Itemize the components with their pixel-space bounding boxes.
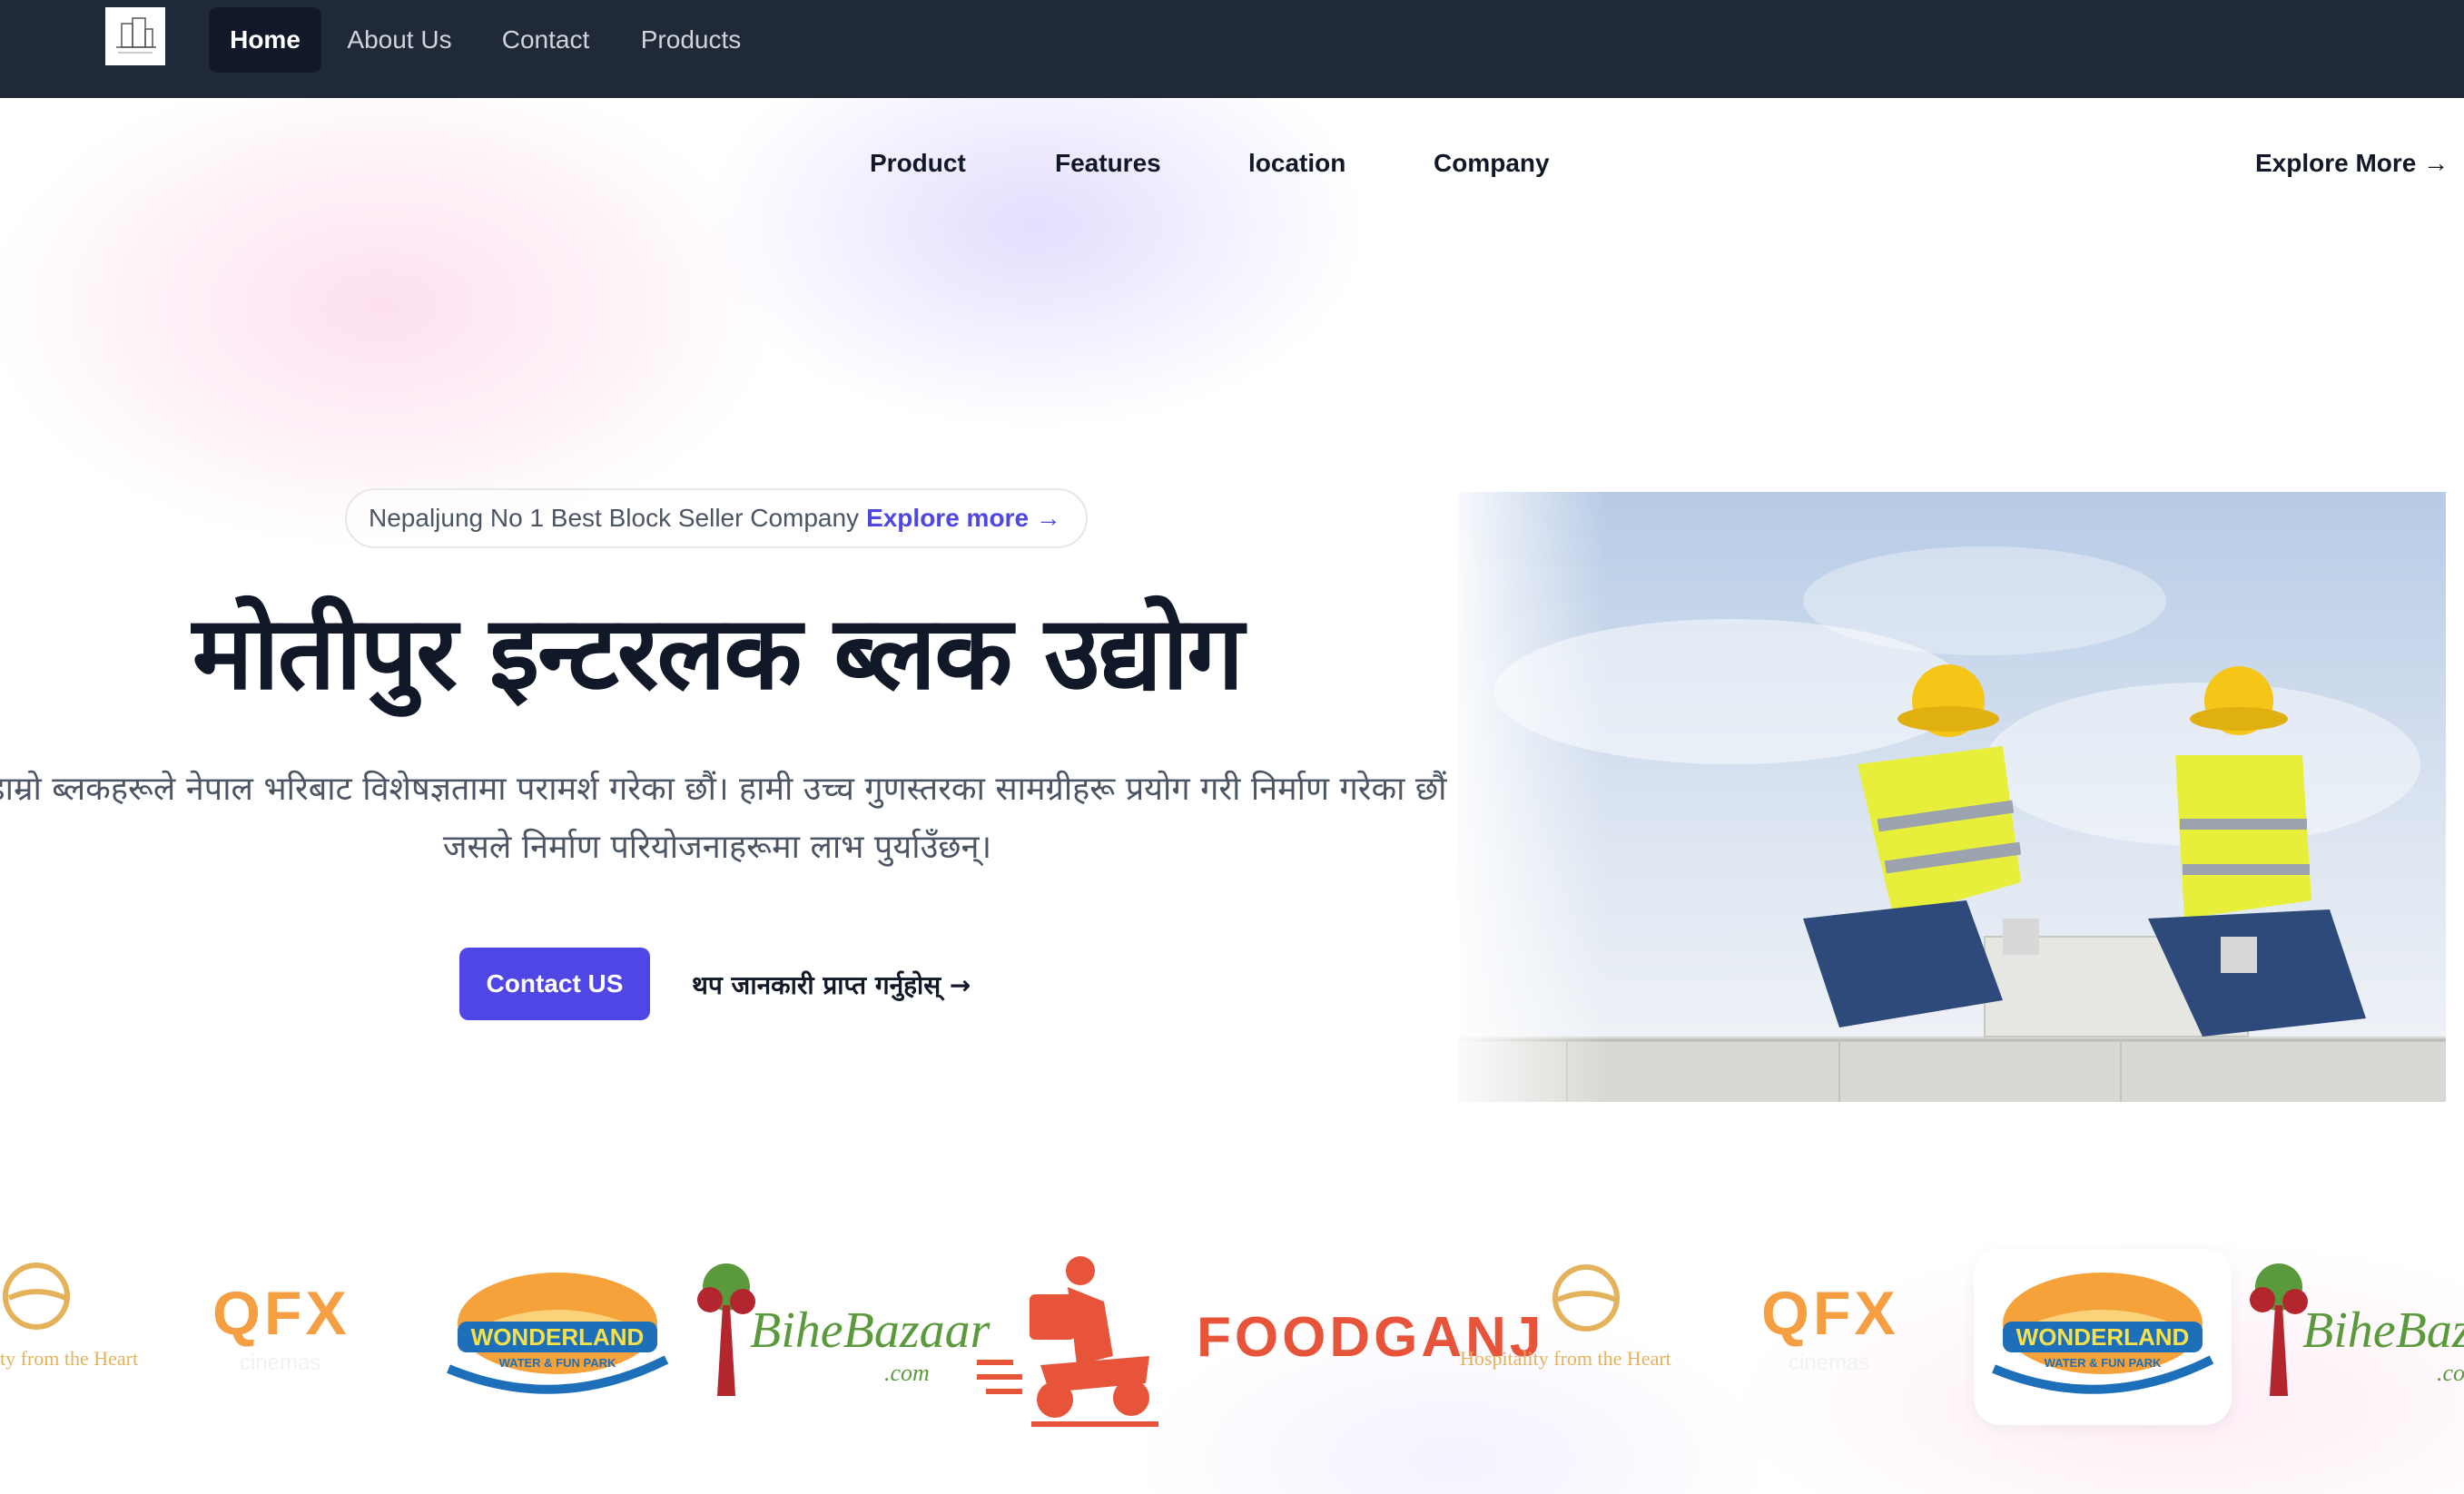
bihebazaar-sub-2: .com <box>2437 1360 2464 1386</box>
foodganj-word: FOODGANJ <box>1197 1306 1545 1369</box>
more-info-link[interactable]: थप जानकारी प्राप्त गर्नुहोस् → <box>692 968 971 1002</box>
qfx-word: QFX <box>212 1279 350 1348</box>
partner-logo-bihebazaar: BiheBazaar .com <box>690 1260 990 1405</box>
partner-logo-bihebazaar-2: BiheBazaar .com <box>2242 1260 2464 1405</box>
subnav-location[interactable]: location <box>1248 149 1345 178</box>
partner-logo-foodganj: FOODGANJ <box>1197 1305 1545 1378</box>
top-navbar: Home About Us Contact Products <box>0 0 2464 98</box>
qfx-sub: cinemas <box>240 1351 321 1375</box>
subnav-features[interactable]: Features <box>1055 149 1161 178</box>
delivery-scooter-icon <box>977 1256 1158 1427</box>
bihebazaar-sub: .com <box>884 1360 930 1386</box>
company-logo[interactable] <box>105 7 165 65</box>
nav-about-us[interactable]: About Us <box>336 7 463 73</box>
hero-section: Product Features location Company Explor… <box>0 98 2464 1494</box>
bihebazaar-word-2: BiheBazaar <box>2302 1302 2464 1359</box>
hero-title: मोतीपुर इन्टरलक ब्लक उद्योग <box>192 595 1244 713</box>
qfx-word-2: QFX <box>1761 1279 1899 1348</box>
partner-logo-qfx-2: QFX cinemas <box>1761 1278 1934 1378</box>
contact-us-button[interactable]: Contact US <box>459 948 650 1020</box>
wonderland-sub-2: WATER & FUN PARK <box>2044 1356 2162 1370</box>
subnav-company[interactable]: Company <box>1434 149 1550 178</box>
hero-description: हाम्रो ब्लकहरूले नेपाल भरिबाट विशेषज्ञता… <box>0 771 1447 866</box>
qfx-sub-2: cinemas <box>1789 1351 1870 1375</box>
hospitality-tagline: ty from the Heart <box>0 1347 139 1370</box>
nav-home[interactable]: Home <box>209 7 321 73</box>
partner-logo-hospitality: Hospitality from the Heart <box>1460 1260 1714 1378</box>
partner-logo-wonderland: WONDERLAND WATER & FUN PARK <box>439 1269 675 1405</box>
nav-contact[interactable]: Contact <box>488 7 603 73</box>
hospitality-swoosh-icon <box>3 1263 70 1330</box>
nav-products[interactable]: Products <box>626 7 755 73</box>
subnav-product[interactable]: Product <box>870 149 966 178</box>
pill-explore-link[interactable]: Explore more → <box>866 504 1061 533</box>
explore-more-link[interactable]: Explore More → <box>2255 149 2449 178</box>
wonderland-sub: WATER & FUN PARK <box>498 1356 616 1370</box>
wonderland-word: WONDERLAND <box>470 1323 645 1351</box>
hero-image <box>1458 492 2446 1102</box>
partner-logo-hospitality-clipped: ty from the Heart <box>0 1260 182 1378</box>
building-logo-icon <box>109 11 162 62</box>
partner-logo-delivery <box>977 1247 1164 1429</box>
hospitality-tagline-full: Hospitality from the Heart <box>1460 1347 1671 1370</box>
partner-logo-qfx: QFX cinemas <box>212 1278 385 1378</box>
hospitality-swoosh-icon <box>1552 1264 1620 1332</box>
bihebazaar-word: BiheBazaar <box>750 1302 991 1359</box>
wonderland-word-2: WONDERLAND <box>2016 1323 2190 1351</box>
announcement-pill: Nepaljung No 1 Best Block Seller Company… <box>345 488 1088 548</box>
partner-logo-wonderland-card[interactable]: WONDERLAND WATER & FUN PARK <box>1974 1249 2232 1425</box>
pill-text: Nepaljung No 1 Best Block Seller Company <box>369 504 860 532</box>
